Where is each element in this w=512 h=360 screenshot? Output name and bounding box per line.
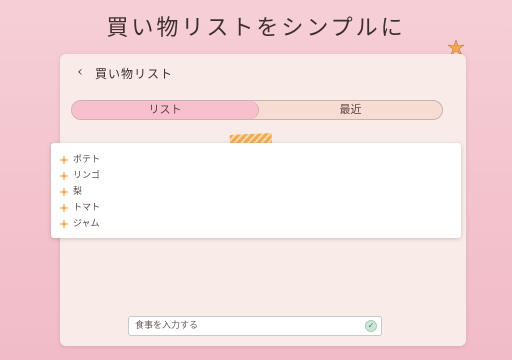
list-item[interactable]: 梨: [59, 184, 100, 200]
tab-list[interactable]: リスト: [72, 101, 259, 119]
star-icon: [59, 155, 69, 165]
star-icon: [59, 219, 69, 229]
page-title: 買い物リスト: [95, 67, 174, 81]
list-item-label: トマト: [73, 203, 101, 213]
tab-recent[interactable]: 最近: [259, 101, 442, 119]
list-item[interactable]: リンゴ: [59, 168, 100, 184]
chevron-left-icon[interactable]: ‹: [72, 64, 88, 80]
star-icon: [59, 187, 69, 197]
list-panel: ポテト リンゴ 梨 トマト ジャム: [51, 143, 461, 238]
star-icon: [59, 171, 69, 181]
check-icon[interactable]: ✓: [365, 320, 377, 332]
star-icon: [59, 203, 69, 213]
list-item[interactable]: トマト: [59, 200, 100, 216]
list-item-label: ジャム: [73, 219, 100, 229]
list-item-label: リンゴ: [73, 171, 101, 181]
meal-input[interactable]: [128, 316, 382, 336]
list-item-label: ポテト: [73, 155, 101, 165]
list-item[interactable]: ジャム: [59, 216, 100, 232]
shopping-list: ポテト リンゴ 梨 トマト ジャム: [59, 152, 100, 232]
list-item-label: 梨: [73, 187, 83, 197]
card-header: ‹ 買い物リスト: [60, 54, 466, 90]
list-item[interactable]: ポテト: [59, 152, 100, 168]
tab-bar: リスト 最近: [71, 100, 443, 120]
